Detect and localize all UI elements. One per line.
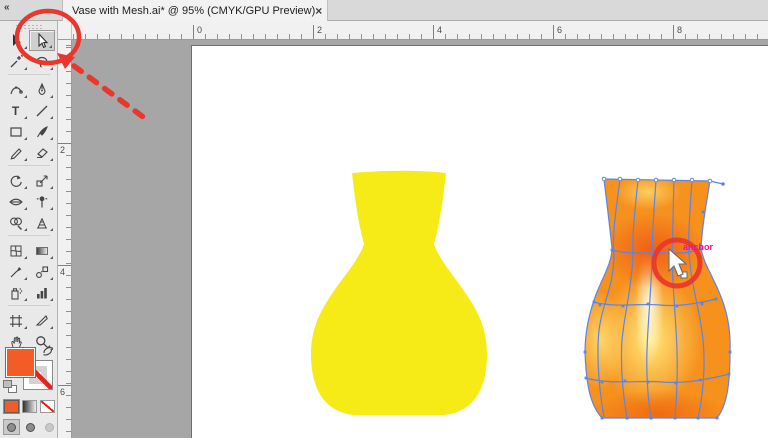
pasteboard[interactable] bbox=[72, 40, 768, 438]
puppet-warp-pin-icon bbox=[34, 194, 50, 210]
rotate-tool-button[interactable] bbox=[3, 170, 29, 191]
ruler-label: 0 bbox=[193, 25, 202, 39]
symbol-sprayer-tool-button[interactable] bbox=[3, 282, 29, 303]
width-tool-icon bbox=[8, 194, 24, 210]
close-tab-icon[interactable]: × bbox=[315, 5, 322, 17]
draw-normal-button[interactable] bbox=[3, 419, 20, 435]
line-segment-icon bbox=[34, 103, 50, 119]
slice-tool-button[interactable] bbox=[29, 310, 55, 331]
none-button[interactable] bbox=[40, 400, 55, 413]
eyedropper-tool-button[interactable] bbox=[3, 261, 29, 282]
ruler-label: 2 bbox=[58, 143, 71, 155]
ruler-label: 8 bbox=[673, 25, 682, 39]
magic-wand-icon bbox=[8, 54, 24, 70]
blend-icon bbox=[34, 264, 50, 280]
document-tab[interactable]: Vase with Mesh.ai* @ 95% (CMYK/GPU Previ… bbox=[62, 0, 328, 21]
width-tool-button[interactable] bbox=[3, 191, 29, 212]
ruler-label: 6 bbox=[58, 385, 71, 397]
document-title: Vase with Mesh.ai* @ 95% (CMYK/GPU Previ… bbox=[72, 5, 315, 17]
vertical-ruler[interactable]: 2 4 6 bbox=[58, 40, 72, 438]
selection-arrow-icon bbox=[8, 33, 24, 49]
paintbrush-tool-button[interactable] bbox=[29, 121, 55, 142]
ruler-label: 6 bbox=[553, 25, 562, 39]
color-type-row bbox=[4, 400, 55, 413]
selection-tool-button[interactable] bbox=[3, 30, 29, 51]
eraser-icon bbox=[34, 145, 50, 161]
pen-icon bbox=[34, 82, 50, 98]
magic-wand-tool-button[interactable] bbox=[3, 51, 29, 72]
tab-bar: « Vase with Mesh.ai* @ 95% (CMYK/GPU Pre… bbox=[0, 0, 768, 21]
shape-builder-tool-button[interactable] bbox=[3, 212, 29, 233]
shape-builder-icon bbox=[8, 215, 24, 231]
symbol-sprayer-icon bbox=[8, 285, 24, 301]
pencil-tool-button[interactable] bbox=[3, 142, 29, 163]
eyedropper-icon bbox=[8, 264, 24, 280]
column-graph-tool-button[interactable] bbox=[29, 282, 55, 303]
eraser-tool-button[interactable] bbox=[29, 142, 55, 163]
rectangle-icon bbox=[8, 124, 24, 140]
draw-behind-button[interactable] bbox=[22, 419, 39, 435]
mesh-tool-button[interactable] bbox=[3, 240, 29, 261]
horizontal-ruler-ticks bbox=[58, 34, 768, 39]
rotate-icon bbox=[8, 173, 24, 189]
puppet-warp-tool-button[interactable] bbox=[29, 191, 55, 212]
draw-normal-icon bbox=[7, 423, 16, 432]
vertical-ruler-ticks bbox=[66, 40, 71, 438]
line-segment-tool-button[interactable] bbox=[29, 100, 55, 121]
scale-icon bbox=[34, 173, 50, 189]
pencil-icon bbox=[8, 145, 24, 161]
pen-tool-button[interactable] bbox=[29, 79, 55, 100]
curvature-tool-button[interactable] bbox=[3, 79, 29, 100]
gradient-tool-button[interactable] bbox=[29, 240, 55, 261]
color-button[interactable] bbox=[4, 400, 19, 413]
swap-fill-stroke-icon[interactable] bbox=[41, 344, 55, 362]
gradient-icon bbox=[34, 243, 50, 259]
ruler-label: 4 bbox=[433, 25, 442, 39]
type-tool-icon: T bbox=[12, 105, 19, 117]
illustrator-window: « Vase with Mesh.ai* @ 95% (CMYK/GPU Pre… bbox=[0, 0, 768, 438]
perspective-grid-icon bbox=[34, 215, 50, 231]
draw-behind-icon bbox=[26, 423, 35, 432]
mesh-icon bbox=[8, 243, 24, 259]
tools-panel: T bbox=[0, 21, 58, 438]
mesh-vase-shape[interactable] bbox=[575, 170, 735, 435]
ruler-label: 4 bbox=[58, 265, 71, 277]
fill-color-swatch[interactable] bbox=[5, 347, 36, 378]
column-graph-icon bbox=[34, 285, 50, 301]
paintbrush-icon bbox=[34, 124, 50, 140]
direct-selection-arrow-icon bbox=[34, 33, 50, 49]
none-slash-icon bbox=[41, 401, 54, 412]
draw-inside-icon bbox=[45, 423, 54, 432]
panel-drag-handle[interactable] bbox=[15, 24, 43, 29]
blend-tool-button[interactable] bbox=[29, 261, 55, 282]
lasso-tool-button[interactable] bbox=[29, 51, 55, 72]
horizontal-ruler[interactable]: 0 2 4 6 8 bbox=[58, 21, 768, 40]
artboard-tool-button[interactable] bbox=[3, 310, 29, 331]
rectangle-tool-button[interactable] bbox=[3, 121, 29, 142]
perspective-grid-tool-button[interactable] bbox=[29, 212, 55, 233]
slice-knife-icon bbox=[34, 313, 50, 329]
lasso-icon bbox=[34, 54, 50, 70]
curvature-icon bbox=[8, 82, 24, 98]
default-fill-stroke-icon[interactable] bbox=[3, 380, 17, 393]
drawing-modes-row bbox=[3, 419, 58, 435]
type-tool-button[interactable]: T bbox=[3, 100, 29, 121]
gradient-button[interactable] bbox=[22, 400, 37, 413]
direct-selection-tool-button[interactable] bbox=[29, 30, 55, 51]
draw-inside-button[interactable] bbox=[41, 419, 58, 435]
artboard-icon bbox=[8, 313, 24, 329]
collapse-panel-icon[interactable]: « bbox=[4, 2, 9, 13]
ruler-label: 2 bbox=[313, 25, 322, 39]
yellow-vase-shape[interactable] bbox=[300, 168, 500, 420]
ruler-corner bbox=[58, 21, 72, 40]
scale-tool-button[interactable] bbox=[29, 170, 55, 191]
